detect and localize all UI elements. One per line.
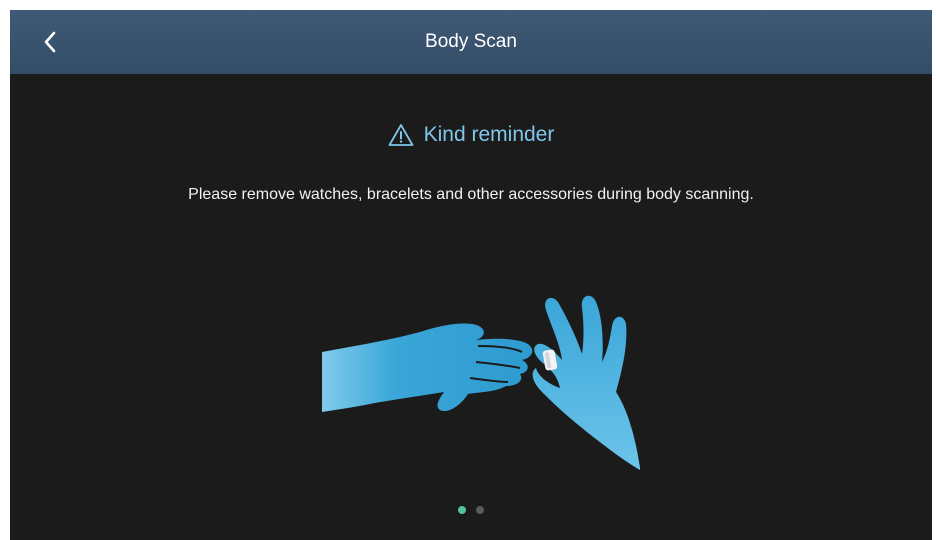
hands-removing-ring-illustration xyxy=(310,280,650,480)
page-dot-active[interactable] xyxy=(458,506,466,514)
warning-triangle-icon xyxy=(388,123,414,147)
header-bar: Body Scan xyxy=(10,10,932,74)
screen: Body Scan Kind reminder Please remove wa… xyxy=(10,10,932,540)
reminder-heading: Kind reminder xyxy=(10,118,932,152)
instruction-text: Please remove watches, bracelets and oth… xyxy=(188,186,754,203)
page-dot[interactable] xyxy=(476,506,484,514)
back-button[interactable] xyxy=(30,22,70,62)
page-indicator xyxy=(10,504,932,516)
chevron-left-icon xyxy=(42,30,58,54)
page-title: Body Scan xyxy=(425,31,517,52)
reminder-label: Kind reminder xyxy=(423,123,555,146)
